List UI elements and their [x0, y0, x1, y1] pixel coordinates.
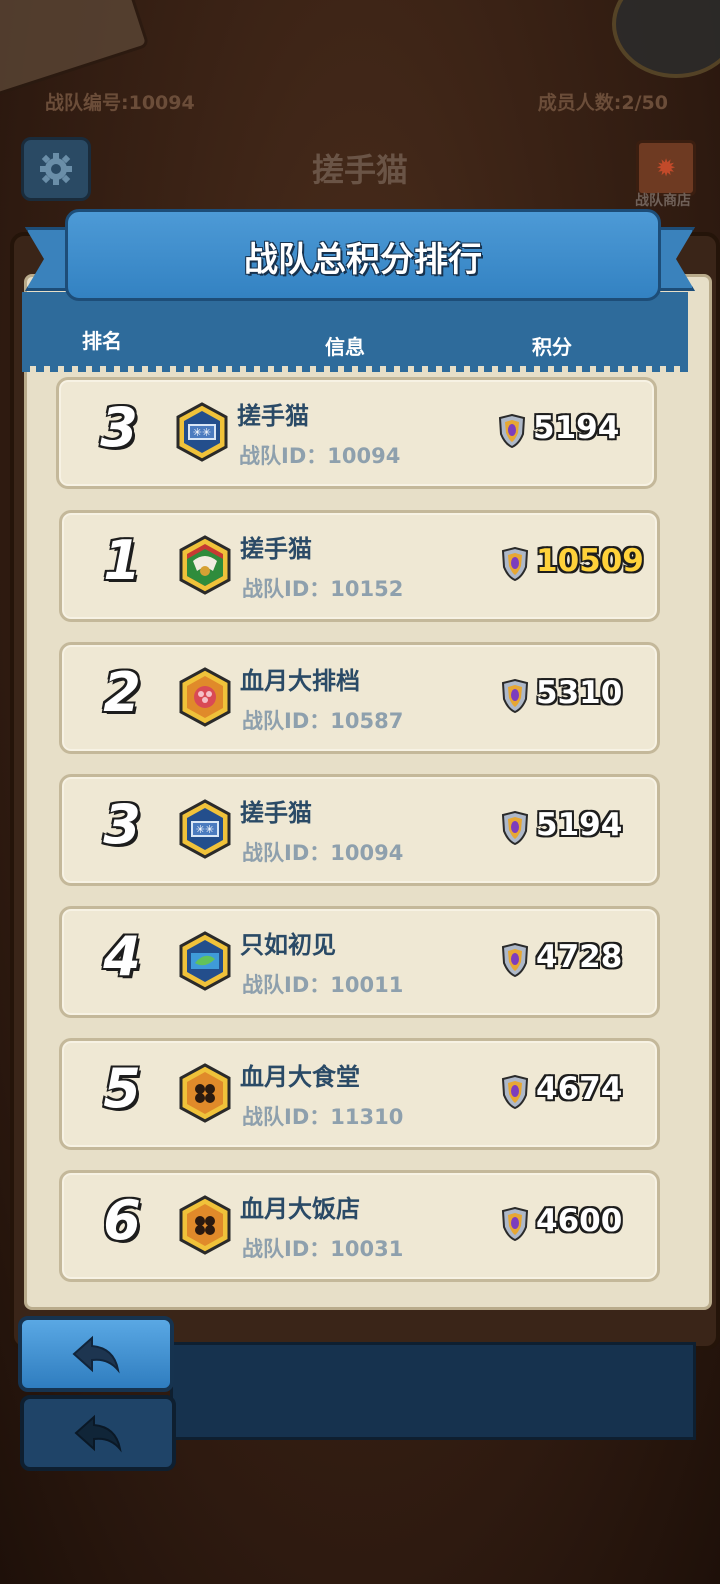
- team-badge-icon: [179, 1195, 231, 1255]
- svg-text:✳✳: ✳✳: [196, 823, 214, 836]
- team-id: 战队ID：10152: [242, 577, 404, 601]
- ranking-row[interactable]: 2 血月大排档 战队ID：10587 5310: [59, 642, 660, 754]
- shield-score-icon: [501, 547, 529, 581]
- team-badge-icon: [179, 931, 231, 991]
- team-score: 5194: [536, 807, 623, 843]
- team-shop-button[interactable]: ✹ 战队商店: [624, 136, 702, 212]
- ranking-row[interactable]: 4 只如初见 战队ID：10011 4728: [59, 906, 660, 1018]
- team-score: 4674: [536, 1071, 623, 1107]
- team-badge-icon: ✳✳: [176, 402, 228, 462]
- team-name: 血月大饭店: [240, 1195, 360, 1223]
- team-name: 只如初见: [240, 931, 336, 959]
- compass-decoration: [612, 0, 720, 78]
- background-bottom-strip: [170, 1342, 696, 1440]
- team-badge-icon: [179, 667, 231, 727]
- shield-score-icon: [501, 1207, 529, 1241]
- team-name: 血月大排档: [240, 667, 360, 695]
- team-name: 搓手猫: [240, 535, 312, 563]
- ribbon-body: 战队总积分排行: [65, 209, 661, 301]
- ranking-row[interactable]: 6 血月大饭店 战队ID：10031 4600: [59, 1170, 660, 1282]
- team-name: 血月大食堂: [240, 1063, 360, 1091]
- rank-number: 3: [103, 793, 141, 856]
- shield-score-icon: [501, 679, 529, 713]
- team-badge-icon: ✳✳: [179, 799, 231, 859]
- my-team-row[interactable]: 3 ✳✳ 搓手猫 战队ID：10094 5194: [56, 377, 657, 489]
- shield-score-icon: [501, 1075, 529, 1109]
- rank-number: 4: [103, 925, 141, 988]
- column-info: 信息: [325, 335, 365, 359]
- team-score: 10509: [536, 543, 644, 579]
- title-ribbon: 战队总积分排行: [25, 205, 695, 301]
- team-name: 搓手猫: [240, 799, 312, 827]
- back-arrow-icon: [74, 1414, 122, 1453]
- team-id: 战队ID：10031: [242, 1237, 404, 1261]
- map-scroll-decoration: [0, 0, 150, 101]
- shield-score-icon: [501, 943, 529, 977]
- rank-number: 2: [103, 661, 141, 724]
- ranking-row[interactable]: 5 血月大食堂 战队ID：11310 4674: [59, 1038, 660, 1150]
- team-id: 战队ID：11310: [242, 1105, 404, 1129]
- shield-score-icon: [501, 811, 529, 845]
- svg-text:✳✳: ✳✳: [193, 426, 211, 439]
- team-badge-icon: [179, 535, 231, 595]
- ranking-row[interactable]: 3 ✳✳ 搓手猫 战队ID：10094 5194: [59, 774, 660, 886]
- team-title: 搓手猫: [311, 151, 408, 189]
- column-rank: 排名: [82, 329, 122, 353]
- back-button[interactable]: [18, 1316, 174, 1392]
- team-score: 5194: [533, 410, 620, 446]
- back-arrow-icon: [72, 1335, 120, 1374]
- rank-number: 6: [103, 1189, 141, 1252]
- background-back-button[interactable]: [20, 1395, 176, 1471]
- team-score: 5310: [536, 675, 623, 711]
- ranking-row[interactable]: 1 搓手猫 战队ID：10152 10509: [59, 510, 660, 622]
- rank-number: 1: [103, 529, 141, 592]
- shop-icon: ✹: [636, 140, 696, 196]
- team-id: 战队ID：10094: [239, 444, 401, 468]
- team-id: 战队ID：10587: [242, 709, 404, 733]
- rank-number: 3: [100, 396, 138, 459]
- team-id: 战队ID：10011: [242, 973, 404, 997]
- team-badge-icon: [179, 1063, 231, 1123]
- rank-number: 5: [103, 1057, 141, 1120]
- team-name: 搓手猫: [237, 402, 309, 430]
- team-number: 战队编号:10094: [45, 92, 195, 114]
- team-score: 4600: [536, 1203, 623, 1239]
- shield-score-icon: [498, 414, 526, 448]
- column-score: 积分: [532, 335, 572, 359]
- team-id: 战队ID：10094: [242, 841, 404, 865]
- modal-title: 战队总积分排行: [244, 240, 482, 280]
- team-score: 4728: [536, 939, 623, 975]
- member-count: 成员人数:2/50: [537, 92, 668, 114]
